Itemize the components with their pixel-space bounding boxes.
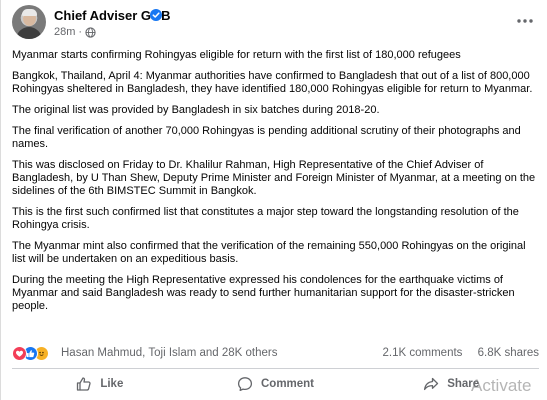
- author-avatar[interactable]: [12, 5, 46, 39]
- share-label: Share: [447, 378, 480, 390]
- post-paragraph: This was disclosed on Friday to Dr. Khal…: [12, 159, 536, 197]
- post-actions: Like Comment Share: [12, 370, 539, 398]
- post-paragraph: Bangkok, Thailand, April 4: Myanmar auth…: [12, 70, 533, 95]
- thumbs-up-icon: [77, 377, 91, 391]
- post-paragraph: During the meeting the High Representati…: [12, 274, 515, 312]
- share-arrow-icon: [424, 377, 439, 391]
- more-options-button[interactable]: [514, 13, 536, 29]
- actions-divider: [12, 368, 539, 369]
- engagement-counts: 2.1K comments 6.8K shares: [371, 347, 539, 359]
- verified-badge-icon: [150, 9, 162, 21]
- post-paragraph: The Myanmar mint also confirmed that the…: [12, 240, 526, 265]
- shares-count[interactable]: 6.8K shares: [478, 347, 539, 359]
- post-paragraph: Myanmar starts confirming Rohingyas elig…: [12, 49, 461, 61]
- reaction-icons[interactable]: [12, 346, 49, 362]
- post-paragraph: The final verification of another 70,000…: [12, 125, 521, 150]
- post-meta: 28m ·: [54, 26, 96, 38]
- post-content: Myanmar starts confirming Rohingyas elig…: [12, 49, 539, 313]
- reactors-summary[interactable]: Hasan Mahmud, Toji Islam and 28K others: [61, 347, 277, 359]
- post-paragraph: This is the first such confirmed list th…: [12, 206, 519, 231]
- meta-separator: ·: [78, 26, 83, 38]
- facebook-post: Chief Adviser GOB 28m · Myanmar starts c…: [0, 0, 547, 400]
- comment-label: Comment: [260, 378, 315, 390]
- like-label: Like: [100, 378, 124, 390]
- love-icon: [12, 346, 27, 361]
- share-button[interactable]: Share: [363, 370, 539, 398]
- more-dots-icon: [517, 19, 533, 23]
- comment-bubble-icon: [237, 377, 253, 392]
- like-button[interactable]: Like: [12, 370, 188, 398]
- comments-count[interactable]: 2.1K comments: [383, 347, 463, 359]
- reactions-bar: Hasan Mahmud, Toji Islam and 28K others …: [12, 346, 539, 362]
- post-time[interactable]: 28m: [54, 26, 75, 38]
- post-paragraph: The original list was provided by Bangla…: [12, 104, 380, 116]
- globe-icon: [85, 26, 96, 38]
- comment-button[interactable]: Comment: [188, 370, 364, 398]
